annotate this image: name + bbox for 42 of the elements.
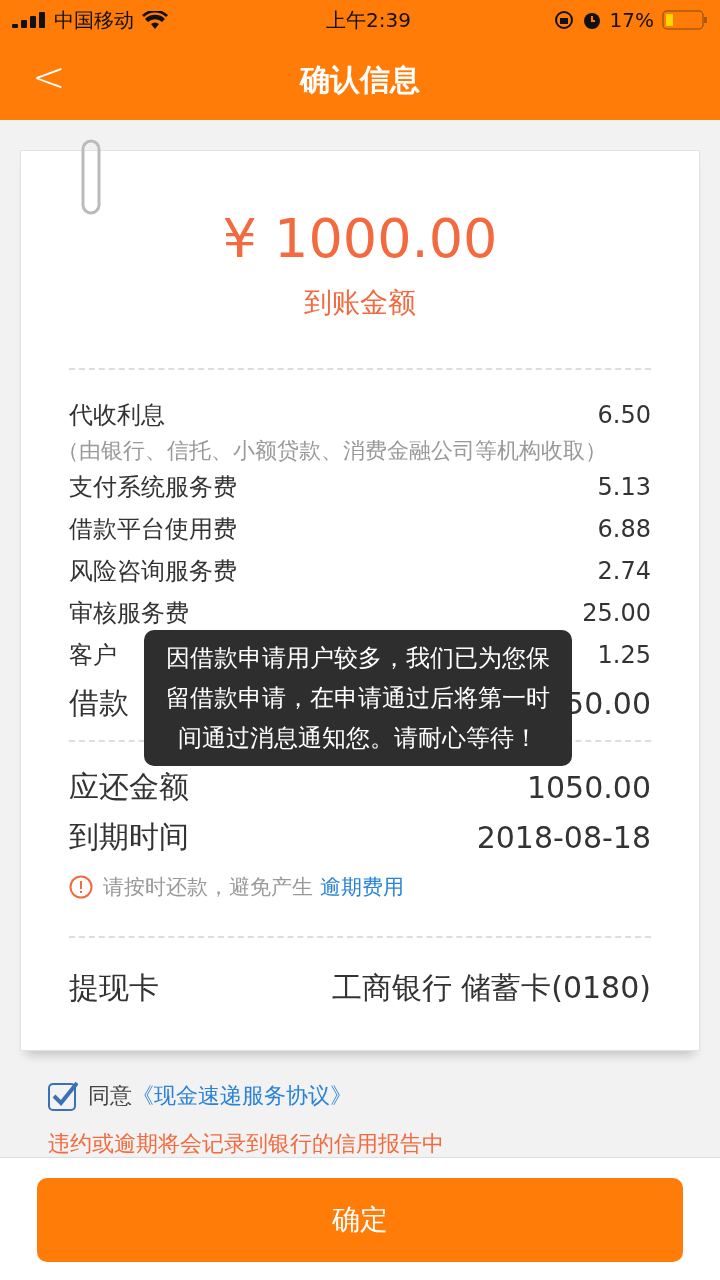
total-label: 借款 — [69, 683, 129, 722]
signal-icon — [12, 12, 46, 28]
battery-percent: 17% — [609, 8, 654, 32]
paperclip-icon — [79, 139, 103, 215]
page-title: 确认信息 — [300, 60, 420, 99]
fee-label: 审核服务费 — [69, 598, 189, 629]
confirm-button[interactable]: 确定 — [37, 1178, 683, 1262]
summary-value: 2018-08-18 — [476, 819, 651, 855]
warning-icon — [69, 875, 93, 899]
fee-value: 2.74 — [597, 557, 651, 585]
fee-label: 风险咨询服务费 — [69, 556, 237, 587]
toast-message: 因借款申请用户较多，我们已为您保留借款申请，在申请通过后将第一时间通过消息通知您。请耐心等待！ — [144, 630, 572, 766]
carrier-name: 中国移动 — [54, 6, 134, 34]
warning-text: 请按时还款，避免产生 逾期费用 — [103, 874, 404, 901]
fee-note: （由银行、信托、小额贷款、消费金融公司等机构收取） — [57, 437, 608, 465]
alarm-icon — [581, 10, 602, 30]
fee-label: 借款平台使用费 — [69, 514, 237, 545]
rotation-lock-icon — [553, 10, 574, 30]
fee-label: 代收利息 — [69, 400, 165, 431]
fee-value: 6.50 — [597, 401, 651, 429]
summary-value: 1050.00 — [526, 769, 651, 805]
fee-value: 5.13 — [597, 473, 651, 501]
battery-icon — [662, 10, 708, 30]
bank-card-value: 工商银行 储蓄卡(0180) — [331, 968, 651, 1007]
clock-time: 上午2:39 — [326, 6, 411, 34]
fee-value: 25.00 — [582, 599, 651, 627]
summary-label: 应还金额 — [69, 767, 189, 806]
fee-label: 客户 — [69, 640, 117, 671]
agreement-link[interactable]: 《现金速递服务协议》 — [132, 1083, 352, 1108]
card-label: 提现卡 — [69, 968, 159, 1007]
overdue-fee-link[interactable]: 逾期费用 — [319, 875, 404, 899]
summary-label: 到期时间 — [69, 817, 189, 856]
agreement-checkbox[interactable] — [48, 1081, 78, 1111]
fee-value: 1.25 — [597, 641, 651, 669]
credit-disclaimer: 违约或逾期将会记录到银行的信用报告中 — [47, 1130, 445, 1157]
agreement-text: 同意《现金速递服务协议》 — [88, 1082, 352, 1110]
fee-value: 6.88 — [597, 515, 651, 543]
back-button[interactable]: < — [24, 54, 74, 100]
amount-label: 到账金额 — [303, 285, 417, 321]
fee-label: 支付系统服务费 — [69, 472, 237, 503]
wifi-icon — [142, 11, 168, 29]
amount-value: ¥ 1000.00 — [222, 206, 498, 270]
